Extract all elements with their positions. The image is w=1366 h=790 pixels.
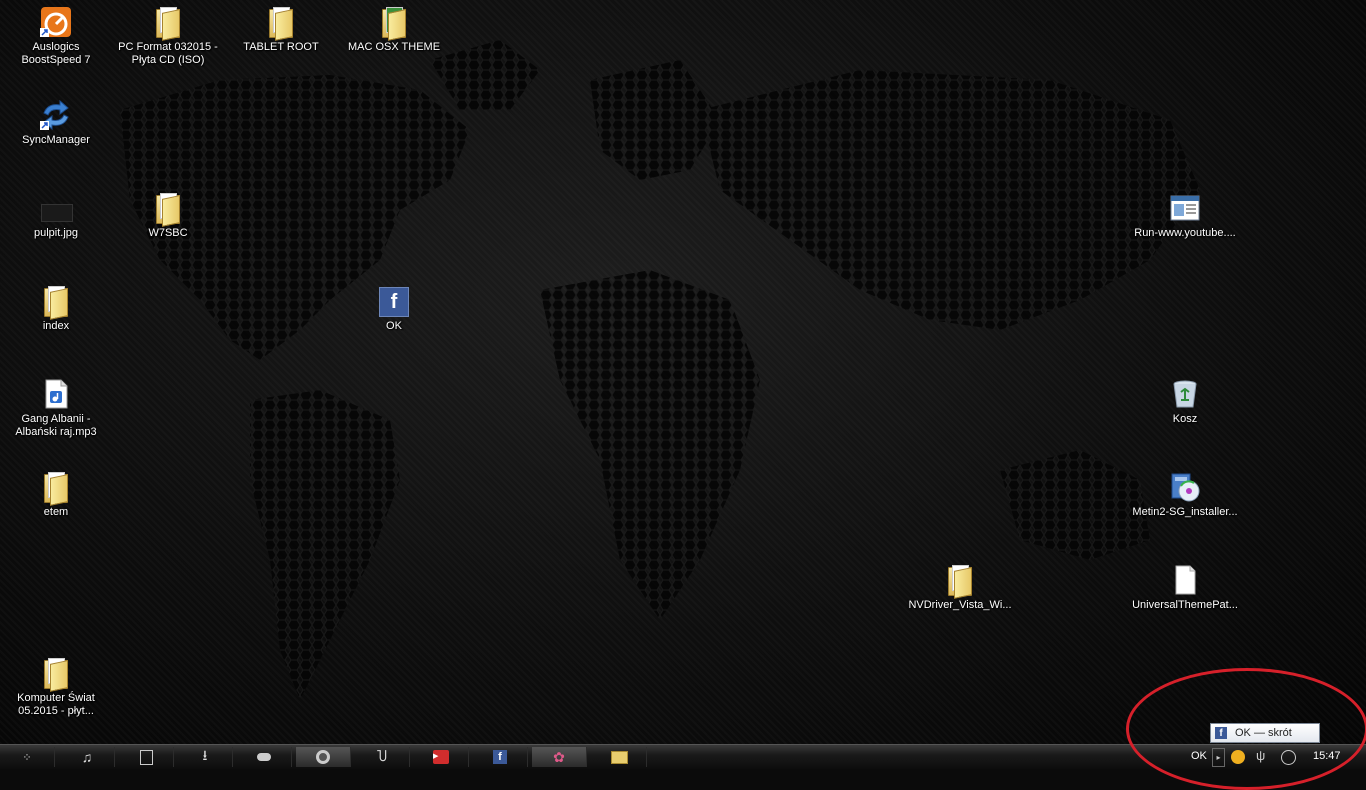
taskbar-facebook[interactable]: f (473, 747, 528, 767)
icon-label: MAC OSX THEME (347, 41, 441, 53)
facebook-icon: f (493, 750, 507, 764)
taskbar-app-u[interactable]: Ⴎ (355, 747, 410, 767)
icon-label: NVDriver_Vista_Wi... (908, 599, 1012, 611)
taskbar-games[interactable] (237, 747, 292, 767)
icon-label: Komputer Świat 05.2015 - płyt... (17, 692, 95, 717)
folder-icon (265, 6, 297, 41)
image-thumbnail-icon (40, 192, 73, 224)
icon-label: OK (386, 320, 402, 332)
desktop-icon-runyoutube[interactable]: Run-www.youtube.... (1130, 192, 1240, 240)
icon-label: UniversalThemePat... (1132, 599, 1238, 611)
start-button[interactable]: ⁘ (0, 747, 55, 767)
folder-icon (40, 471, 72, 506)
folder-icon (378, 6, 410, 41)
u-app-icon: Ⴎ (376, 749, 388, 764)
taskbar-music[interactable]: ♫ (60, 747, 115, 767)
icon-label: Metin2-SG_installer... (1132, 506, 1238, 518)
desktop-wallpaper (0, 0, 1366, 744)
sync-icon (40, 99, 72, 131)
icon-label: PC Format 032015 - Płyta CD (ISO) (118, 41, 218, 66)
taskbar-downloads[interactable]: ⭳ (178, 747, 233, 767)
desktop-icon-syncmanager[interactable]: SyncManager (1, 99, 111, 147)
desktop-icon-macosx[interactable]: MAC OSX THEME (339, 6, 449, 54)
world-map-graphic (120, 40, 1200, 700)
desktop-icon-index[interactable]: index (1, 285, 111, 333)
start-grid-icon: ⁘ (22, 751, 32, 764)
taskbar-chrome[interactable] (296, 747, 351, 767)
document-icon (139, 749, 153, 765)
audio-file-icon (40, 378, 72, 410)
icon-label: Auslogics BoostSpeed 7 (21, 41, 91, 66)
icon-label: Kosz (1172, 413, 1198, 425)
desktop-icon-nvdriver[interactable]: NVDriver_Vista_Wi... (905, 564, 1015, 612)
desktop-icon-auslogics[interactable]: Auslogics BoostSpeed 7 (1, 6, 111, 67)
youtube-icon: ▶ (433, 750, 449, 764)
folder-icon (40, 657, 72, 692)
icon-label: TABLET ROOT (243, 41, 319, 53)
desktop-icon-universaltheme[interactable]: UniversalThemePat... (1130, 564, 1240, 612)
download-icon: ⭳ (202, 747, 208, 763)
icon-label: etem (43, 506, 69, 518)
desktop-icon-tabletroot[interactable]: TABLET ROOT (226, 6, 336, 54)
icon-label: Run-www.youtube.... (1134, 227, 1236, 239)
folder-icon (40, 285, 72, 320)
icon-label: W7SBC (148, 227, 188, 239)
folder-icon (152, 6, 184, 41)
taskbar-explorer[interactable] (592, 747, 647, 767)
desktop-icon-gangalbanii[interactable]: Gang Albanii - Albański raj.mp3 (1, 378, 111, 439)
icon-label: index (42, 320, 70, 332)
boostspeed-icon (40, 6, 72, 38)
gamepad-icon (257, 753, 271, 761)
chrome-icon (316, 750, 330, 764)
folder-icon (610, 750, 628, 764)
desktop-icon-ok[interactable]: f OK (339, 285, 449, 333)
taskbar-youtube[interactable]: ▶ (414, 747, 469, 767)
icon-label: pulpit.jpg (33, 227, 79, 239)
desktop-icon-kosz[interactable]: Kosz (1130, 378, 1240, 426)
facebook-icon: f (378, 285, 410, 317)
folder-icon (152, 192, 184, 227)
desktop-icon-pcformat[interactable]: PC Format 032015 - Płyta CD (ISO) (113, 6, 223, 67)
folder-icon (944, 564, 976, 599)
blank-file-icon (1169, 564, 1201, 596)
desktop-icon-metin2[interactable]: Metin2-SG_installer... (1130, 471, 1240, 519)
flower-icon: ✿ (553, 748, 565, 765)
music-note-icon: ♫ (81, 749, 93, 765)
desktop-icon-etem[interactable]: etem (1, 471, 111, 519)
icon-label: SyncManager (22, 134, 90, 146)
taskbar-documents[interactable] (119, 747, 174, 767)
desktop-icon-komputerswiat[interactable]: Komputer Świat 05.2015 - płyt... (1, 657, 111, 718)
recycle-bin-icon (1169, 378, 1201, 410)
taskbar-flower-app[interactable]: ✿ (532, 747, 587, 767)
highlight-circle (1126, 668, 1366, 790)
icon-label: Gang Albanii - Albański raj.mp3 (15, 413, 97, 438)
desktop-icon-pulpit[interactable]: pulpit.jpg (1, 192, 111, 240)
desktop-icon-w7sbc[interactable]: W7SBC (113, 192, 223, 240)
shortcut-window-icon (1169, 192, 1201, 224)
installer-icon (1169, 471, 1201, 503)
